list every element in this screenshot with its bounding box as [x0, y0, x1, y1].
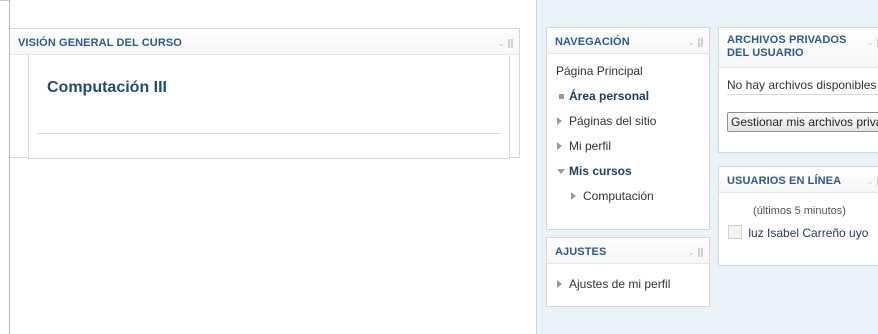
triangle-right-icon: [557, 117, 562, 125]
block-controls-icon[interactable]: ⌄: [687, 247, 703, 258]
nav-item-label: Página Principal: [556, 64, 643, 78]
triangle-right-icon: [557, 280, 562, 288]
navigation-header: NAVEGACIÓN ⌄: [547, 28, 709, 54]
course-overview-title: VISIÓN GENERAL DEL CURSO: [18, 37, 182, 49]
online-users-timeframe: (últimos 5 minutos): [753, 205, 846, 217]
nav-item-course-computacion[interactable]: Computación: [556, 189, 709, 214]
private-files-title: ARCHIVOS PRIVADOS DEL USUARIO: [727, 34, 847, 59]
settings-header: AJUSTES ⌄: [547, 238, 709, 264]
nav-item-site-pages[interactable]: Páginas del sitio: [556, 114, 709, 139]
course-card: Computación III: [28, 55, 510, 159]
nav-item-label: Computación: [583, 189, 654, 203]
private-files-header: ARCHIVOS PRIVADOS DEL USUARIO ⌄: [719, 28, 878, 68]
online-user-name: luz Isabel Carreño uyo: [748, 226, 869, 240]
online-users-block: USUARIOS EN LÍNEA ⌄ (últimos 5 minutos) …: [718, 166, 878, 266]
nav-item-label: Mi perfil: [569, 139, 612, 153]
nav-item-label: Páginas del sitio: [569, 114, 657, 128]
navigation-title: NAVEGACIÓN: [555, 36, 630, 48]
course-title-link[interactable]: Computación III: [47, 79, 167, 97]
settings-title: AJUSTES: [555, 246, 607, 258]
triangle-right-icon: [557, 142, 562, 150]
square-bullet-icon: [559, 94, 564, 99]
course-overview-block: VISIÓN GENERAL DEL CURSO ⌄ Computación I…: [10, 28, 520, 159]
course-overview-header: VISIÓN GENERAL DEL CURSO ⌄: [10, 29, 519, 55]
block-controls-icon[interactable]: ⌄: [497, 38, 513, 49]
private-files-block: ARCHIVOS PRIVADOS DEL USUARIO ⌄ No hay a…: [718, 27, 878, 153]
online-user-item[interactable]: luz Isabel Carreño uyo: [719, 217, 878, 240]
block-controls-icon[interactable]: ⌄: [866, 37, 878, 48]
online-users-header: USUARIOS EN LÍNEA ⌄: [719, 167, 878, 193]
nav-item-my-courses[interactable]: Mis cursos: [556, 164, 709, 189]
online-users-title: USUARIOS EN LÍNEA: [727, 175, 842, 187]
avatar-placeholder-icon: [728, 225, 742, 239]
settings-block: AJUSTES ⌄ Ajustes de mi perfil: [546, 237, 710, 307]
nav-item-my-profile[interactable]: Mi perfil: [556, 139, 709, 164]
nav-item-label: Mis cursos: [569, 164, 632, 178]
nav-item-dashboard[interactable]: Área personal: [556, 89, 709, 114]
navigation-tree: Página Principal Área personal Páginas d…: [547, 54, 709, 214]
settings-item-profile[interactable]: Ajustes de mi perfil: [556, 277, 709, 302]
private-files-body: No hay archivos disponibles Gestionar mi…: [719, 68, 878, 132]
block-controls-icon[interactable]: ⌄: [866, 176, 878, 187]
settings-item-label: Ajustes de mi perfil: [569, 277, 671, 291]
block-controls-icon[interactable]: ⌄: [687, 37, 703, 48]
manage-private-files-button[interactable]: Gestionar mis archivos privados...: [727, 112, 878, 132]
settings-tree: Ajustes de mi perfil: [547, 264, 709, 302]
navigation-block: NAVEGACIÓN ⌄ Página Principal Área perso…: [546, 27, 710, 230]
course-divider: [37, 133, 501, 134]
triangle-right-icon: [571, 192, 576, 200]
no-files-text: No hay archivos disponibles: [727, 77, 878, 95]
triangle-down-icon: [557, 169, 565, 174]
nav-item-label: Área personal: [569, 89, 650, 103]
nav-item-home[interactable]: Página Principal: [556, 64, 709, 89]
